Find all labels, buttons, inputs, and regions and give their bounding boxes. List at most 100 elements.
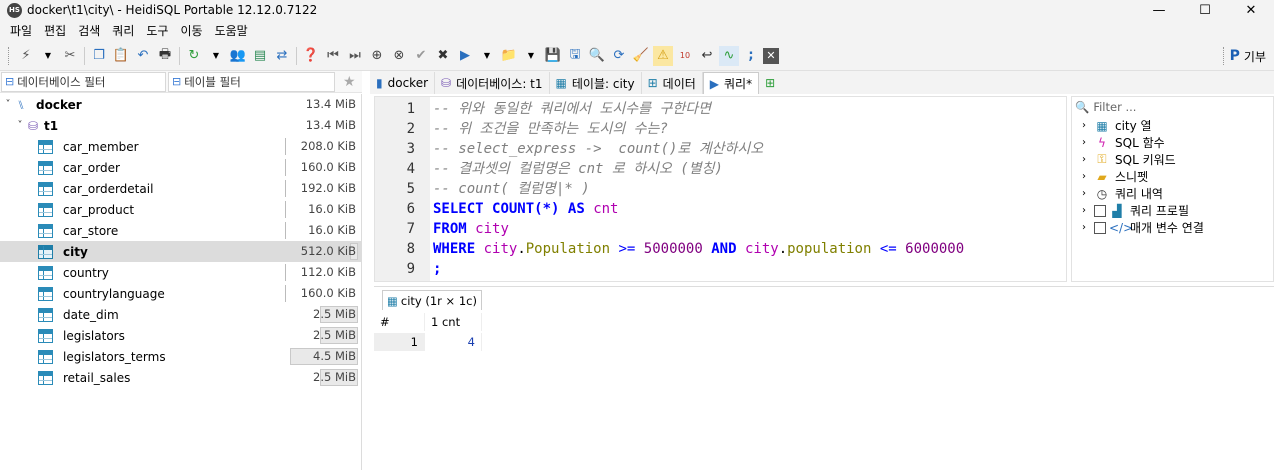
paste-icon[interactable]: 📋 [111,46,131,66]
close-tab-icon[interactable]: ✕ [763,47,779,64]
print-icon[interactable]: 🖶 [155,46,175,66]
save-as-icon[interactable]: 🖫 [565,46,585,66]
close-window-button[interactable]: ✕ [1228,0,1274,20]
table-icon [38,328,53,343]
menu-search[interactable]: 검색 [72,22,106,39]
table-row[interactable]: car_member 208.0 KiB [0,136,362,157]
helper-sql-keywords[interactable]: › ⚿ SQL 키워드 [1072,151,1273,168]
query-profile-checkbox[interactable] [1094,204,1106,217]
last-record-icon[interactable]: ⏭ [345,46,365,66]
tab-database[interactable]: ⛁ 데이터베이스: t1 [435,72,550,94]
save-icon[interactable]: 💾 [543,46,563,66]
helper-snippets[interactable]: › ▰ 스니펫 [1072,168,1273,185]
disconnect-icon[interactable]: ✂ [60,46,80,66]
word-wrap-icon[interactable]: ↩ [697,46,717,66]
result-tab[interactable]: ▦ city (1r × 1c) [382,290,482,310]
sql-keyword: SELECT [433,201,484,217]
tab-query[interactable]: ▶ 쿼리* [702,72,760,94]
tree-database-node[interactable]: ˅ ⛁ t1 13.4 MiB [0,115,362,136]
table-filter-placeholder: 테이블 필터 [184,74,241,89]
chevron-right-icon[interactable]: › [1082,188,1094,199]
dropdown-arrow-icon[interactable]: ▼ [477,46,497,66]
favorite-star-icon[interactable]: ★ [343,74,356,90]
minimize-button[interactable]: — [1136,0,1182,20]
table-row[interactable]: city 512.0 KiB [0,241,362,262]
warning-icon[interactable]: ⚠ [653,45,673,66]
table-row[interactable]: car_store 16.0 KiB [0,220,362,241]
user-manager-icon[interactable]: 👥 [228,46,248,66]
connect-plug-icon[interactable]: ⚡ [16,46,36,66]
replace-icon[interactable]: ⟳ [609,46,629,66]
semicolon-icon[interactable]: ; [741,46,761,66]
binary-icon[interactable]: 10 [675,46,695,66]
clean-icon[interactable]: 🧹 [631,46,651,66]
refresh-icon[interactable]: ↻ [184,46,204,66]
menu-go[interactable]: 이동 [174,22,208,39]
transfer-icon[interactable]: ⇄ [272,46,292,66]
table-row[interactable]: car_product 16.0 KiB [0,199,362,220]
menu-edit[interactable]: 편집 [38,22,72,39]
donate-button[interactable]: 기부 [1244,48,1266,65]
result-cell-cnt[interactable]: 4 [424,333,482,351]
database-filter-input[interactable]: ⊟ 데이터베이스 필터 [1,71,166,92]
chevron-right-icon[interactable]: › [1082,205,1094,216]
chevron-right-icon[interactable]: › [1082,137,1094,148]
post-record-icon[interactable]: ✔ [411,46,431,66]
chevron-down-icon[interactable]: ˅ [2,99,14,110]
chevron-right-icon[interactable]: › [1082,171,1094,182]
helper-columns[interactable]: › ▦ city 열 [1072,117,1273,134]
export-csv-icon[interactable]: ▤ [250,46,270,66]
code-icon: </> [1109,220,1134,235]
table-row[interactable]: legislators_terms 4.5 MiB [0,346,362,367]
toolbar-grip[interactable] [1222,47,1226,65]
helper-query-profile[interactable]: › ▟ 쿼리 프로필 [1072,202,1273,219]
dropdown-arrow-icon[interactable]: ▼ [38,46,58,66]
first-record-icon[interactable]: ⏮ [323,46,343,66]
table-filter-input[interactable]: ⊟ 테이블 필터 [168,71,335,92]
menu-query[interactable]: 쿼리 [106,22,140,39]
run-query-icon[interactable]: ▶ [455,46,475,66]
tree-server-node[interactable]: ˅ ⑊ docker 13.4 MiB [0,94,362,115]
table-icon [38,370,53,385]
sql-editor[interactable]: 1 -- 위와 동일한 쿼리에서 도시수를 구한다면 2 -- 위 조건을 만족하는… [374,96,1067,282]
helper-sql-functions[interactable]: › ϟ SQL 함수 [1072,134,1273,151]
dropdown-arrow-icon[interactable]: ▼ [206,46,226,66]
tab-table[interactable]: ▦ 테이블: city [550,72,642,94]
format-sql-icon[interactable]: ∿ [719,45,739,66]
tab-data[interactable]: ⊞ 데이터 [642,72,703,94]
chevron-right-icon[interactable]: › [1082,120,1094,131]
table-row[interactable]: retail_sales 2.5 MiB [0,367,362,388]
menu-help[interactable]: 도움말 [209,22,254,39]
copy-icon[interactable]: ❐ [89,46,109,66]
table-row[interactable]: countrylanguage 160.0 KiB [0,283,362,304]
toolbar-grip[interactable] [8,46,11,65]
dropdown-arrow-icon[interactable]: ▼ [521,46,541,66]
chevron-right-icon[interactable]: › [1082,222,1094,233]
column-header-cnt[interactable]: 1 cnt [424,313,482,331]
helper-bind-parameters[interactable]: › </> 매개 변수 연결 [1072,219,1273,236]
table-row[interactable]: car_order 160.0 KiB [0,157,362,178]
add-record-icon[interactable]: ⊕ [367,46,387,66]
menu-file[interactable]: 파일 [4,22,38,39]
menu-tools[interactable]: 도구 [140,22,174,39]
table-size: 16.0 KiB [308,223,356,237]
new-query-tab-button[interactable]: ⊞ [759,72,786,94]
table-row[interactable]: car_orderdetail 192.0 KiB [0,178,362,199]
find-icon[interactable]: 🔍 [587,46,607,66]
bind-parameters-checkbox[interactable] [1094,221,1106,234]
delete-record-icon[interactable]: ⊗ [389,46,409,66]
sql-alias: cnt [593,201,619,217]
chevron-right-icon[interactable]: › [1082,154,1094,165]
table-row[interactable]: date_dim 2.5 MiB [0,304,362,325]
table-row[interactable]: legislators 2.5 MiB [0,325,362,346]
helper-filter-input[interactable]: 🔍 Filter ... [1072,97,1273,117]
maximize-button[interactable]: ☐ [1182,0,1228,20]
tab-host[interactable]: ▮ docker [370,72,436,94]
open-folder-icon[interactable]: 📁 [499,46,519,66]
undo-icon[interactable]: ↶ [133,46,153,66]
cancel-edit-icon[interactable]: ✖ [433,46,453,66]
table-row[interactable]: country 112.0 KiB [0,262,362,283]
help-icon[interactable]: ❓ [301,46,321,66]
helper-query-history[interactable]: › ◷ 쿼리 내역 [1072,185,1273,202]
chevron-down-icon[interactable]: ˅ [14,120,26,131]
